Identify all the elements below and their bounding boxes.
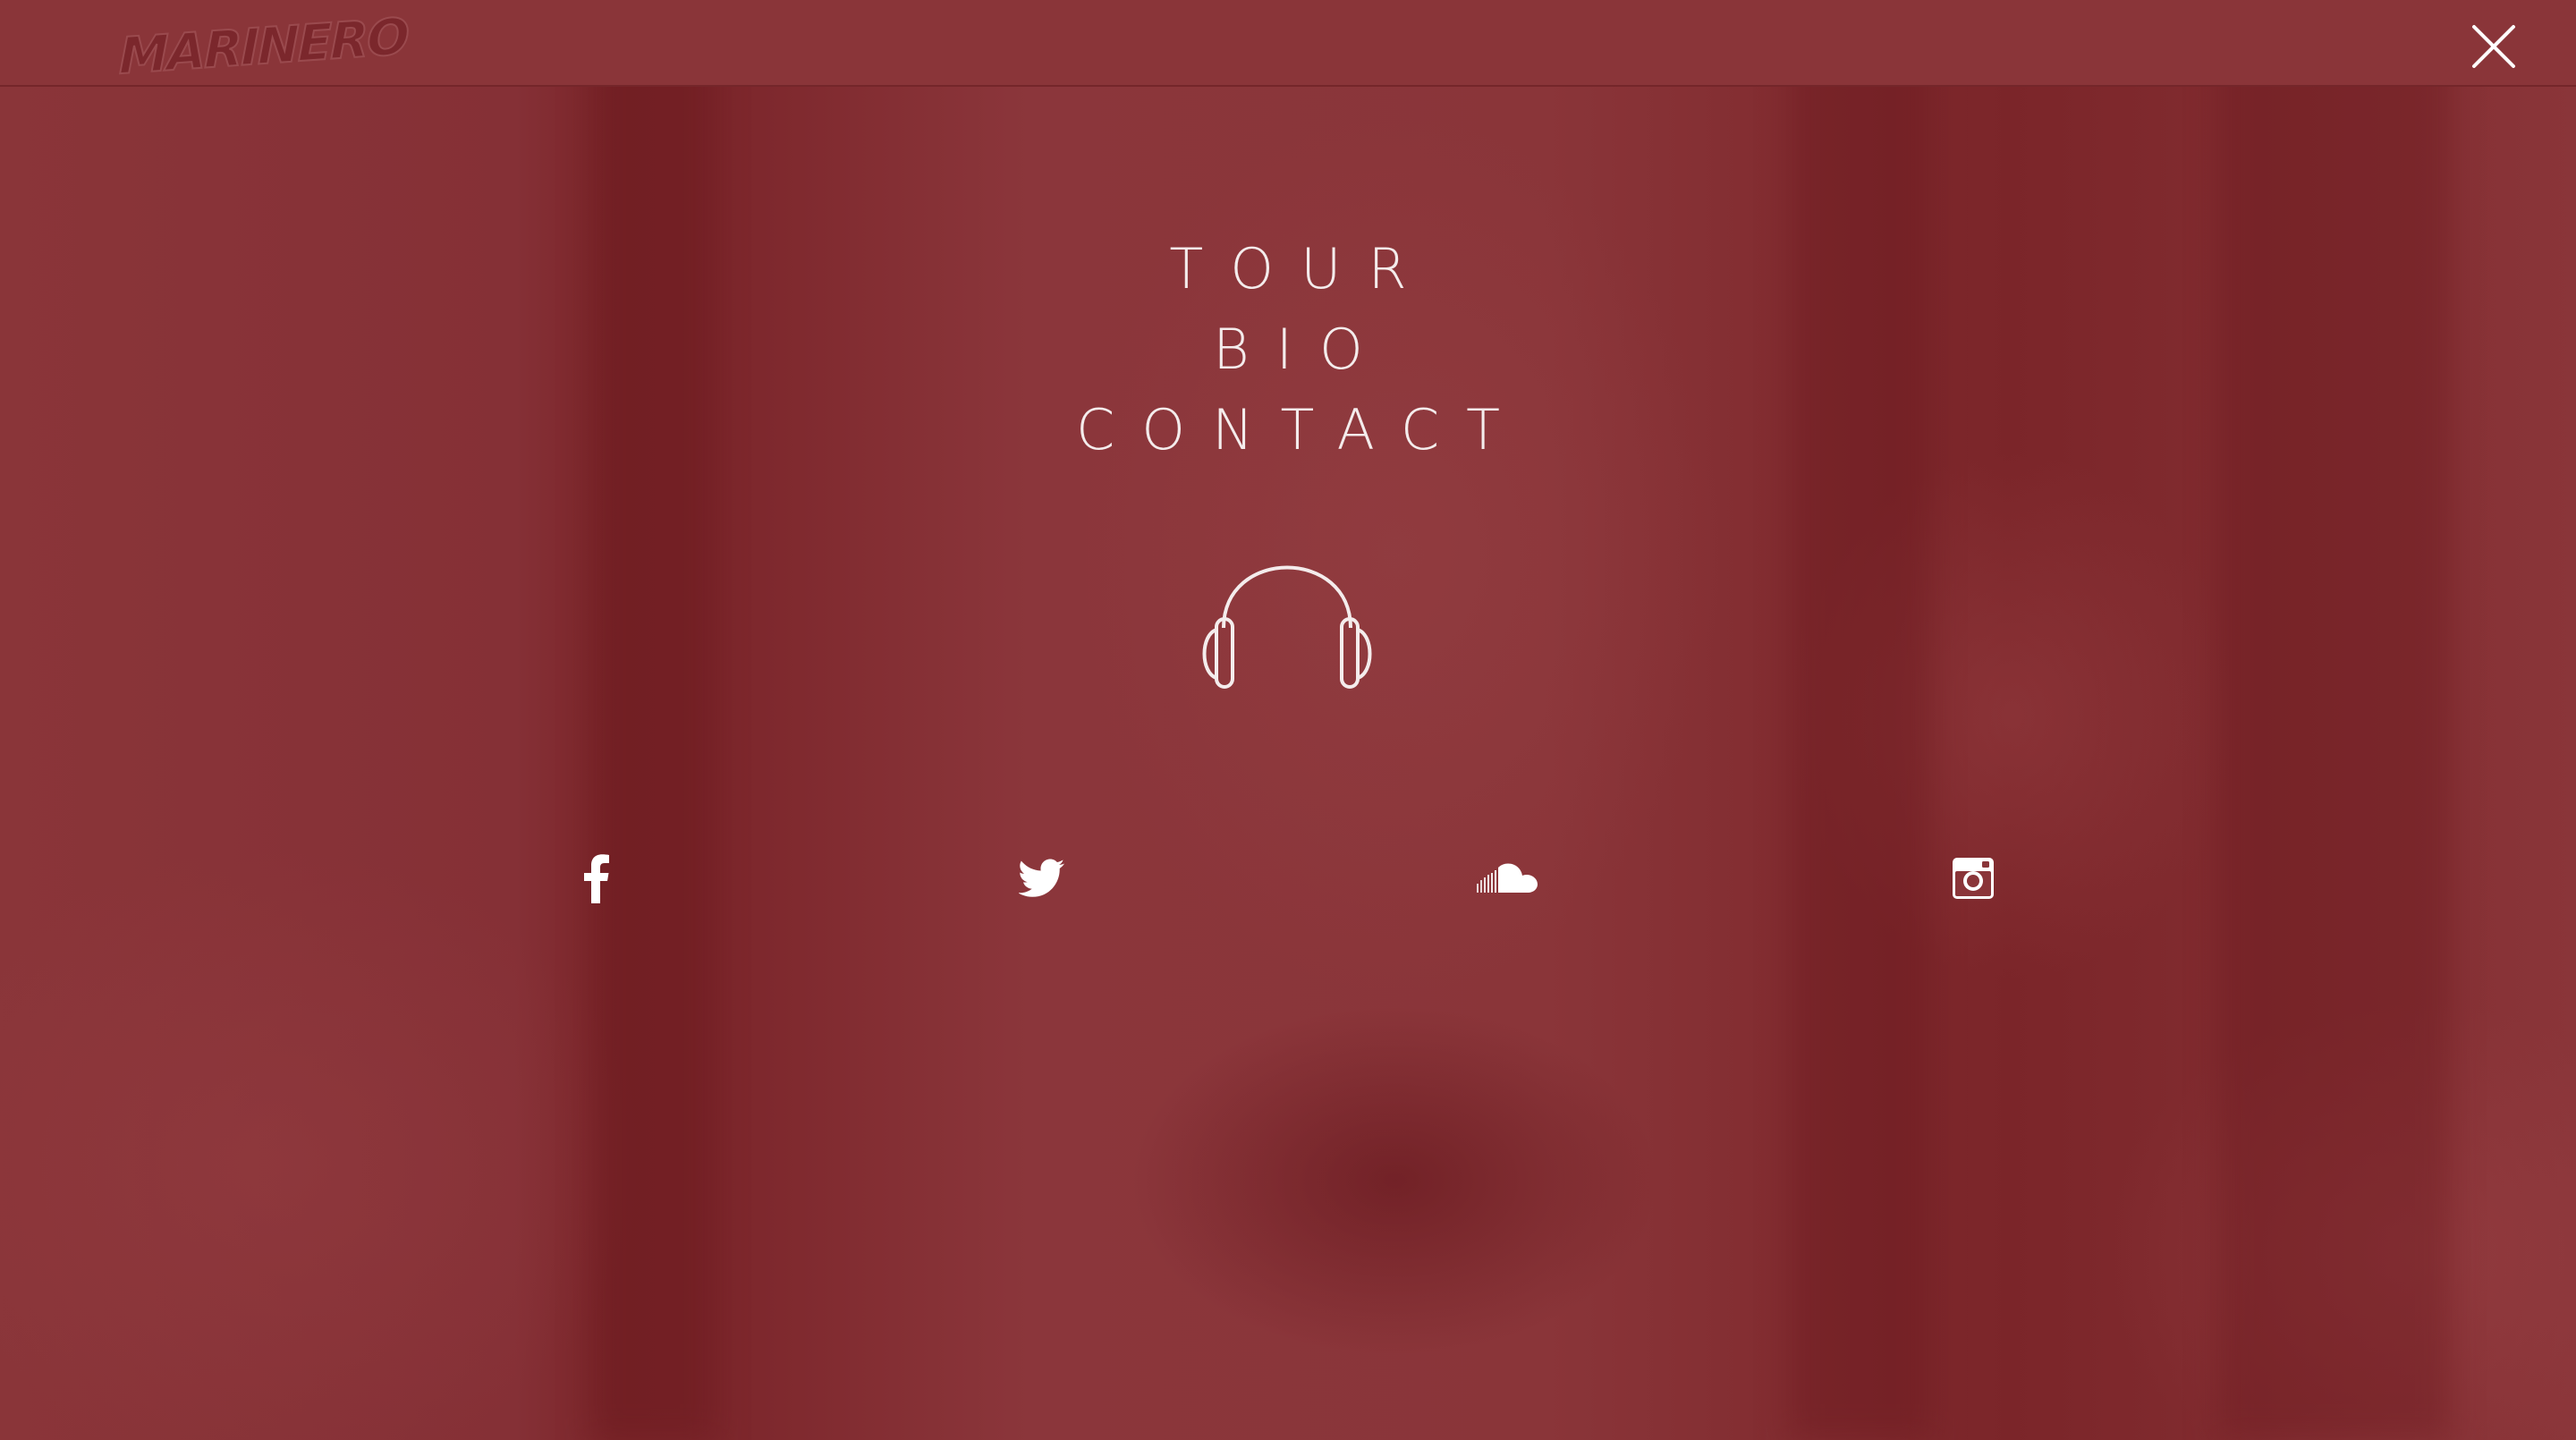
instagram-icon[interactable] bbox=[1948, 851, 1998, 905]
headphones-icon bbox=[1197, 556, 1377, 690]
main-menu: TOUR BIO CONTACT bbox=[0, 229, 2576, 470]
logo-text: MARINERO bbox=[118, 7, 409, 88]
menu-item-bio[interactable]: BIO bbox=[0, 309, 2576, 390]
logo[interactable]: MARINERO bbox=[118, 7, 409, 88]
background-photo bbox=[0, 0, 2576, 1440]
top-bar: MARINERO bbox=[0, 0, 2576, 87]
close-icon[interactable] bbox=[2470, 23, 2517, 70]
soundcloud-icon[interactable] bbox=[1470, 851, 1547, 905]
facebook-icon[interactable] bbox=[572, 851, 621, 905]
menu-item-tour[interactable]: TOUR bbox=[0, 229, 2576, 309]
menu-overlay: MARINERO TOUR BIO CONTACT bbox=[0, 0, 2576, 1440]
twitter-icon[interactable] bbox=[1018, 851, 1066, 905]
menu-item-contact[interactable]: CONTACT bbox=[0, 390, 2576, 470]
